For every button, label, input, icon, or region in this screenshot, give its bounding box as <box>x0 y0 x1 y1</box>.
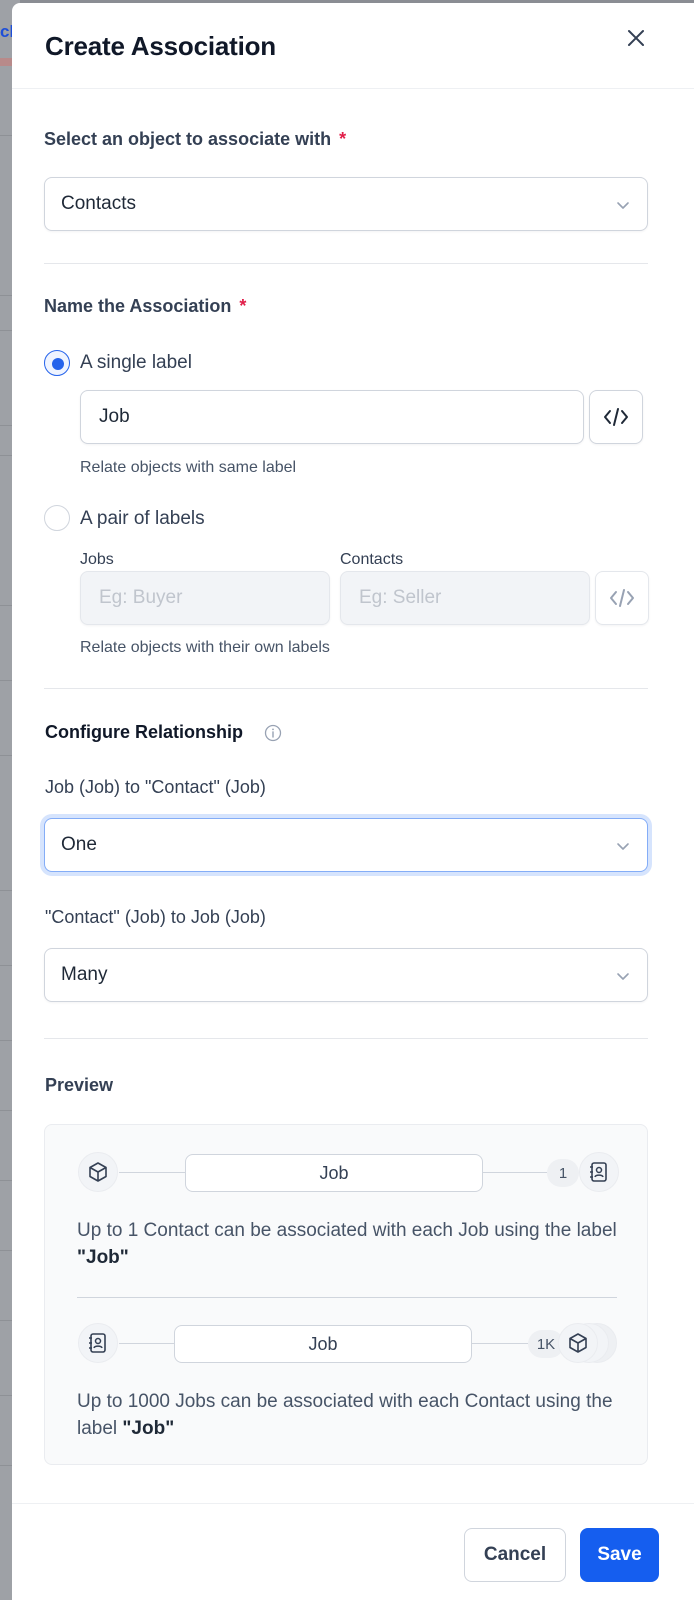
modal-header: Create Association <box>12 3 694 89</box>
single-label-hint: Relate objects with same label <box>80 459 297 476</box>
name-section-label-text: Name the Association <box>44 296 232 316</box>
pair-right-input[interactable] <box>340 571 590 625</box>
preview-row1-label-pill: Job <box>185 1154 483 1192</box>
pair-labels-code-button[interactable] <box>595 571 649 625</box>
chevron-down-icon <box>617 973 629 980</box>
cube-icon <box>569 1333 587 1353</box>
modal-footer: Cancel Save <box>12 1503 694 1600</box>
object-select-value: Contacts <box>61 193 136 214</box>
preview-row1-target <box>579 1152 619 1192</box>
contact-book-icon <box>590 1162 607 1182</box>
relationship-first-select[interactable]: One <box>44 818 648 872</box>
single-label-input[interactable] <box>80 390 584 444</box>
single-label-option-label: A single label <box>80 352 192 373</box>
preview-title: Preview <box>45 1075 114 1095</box>
relationship-second-value: Many <box>61 964 108 985</box>
required-mark: * <box>239 296 247 316</box>
section-divider <box>44 688 648 689</box>
pair-labels-option-label: A pair of labels <box>80 508 205 529</box>
preview-panel: Job 1 Up to 1 Contact can be associated … <box>44 1124 648 1465</box>
cancel-button[interactable]: Cancel <box>464 1528 566 1582</box>
close-button[interactable] <box>623 25 649 51</box>
preview-row1-label-bold: "Job" <box>77 1247 129 1268</box>
relationship-second-label: "Contact" (Job) to Job (Job) <box>45 907 266 927</box>
create-association-modal: Create Association Select an object to a… <box>12 3 694 1600</box>
pair-left-input[interactable] <box>80 571 330 625</box>
section-divider <box>44 263 648 264</box>
pair-labels-radio[interactable] <box>44 505 70 531</box>
single-label-code-button[interactable] <box>589 390 643 444</box>
required-mark: * <box>339 129 347 149</box>
single-label-radio[interactable] <box>44 350 70 376</box>
preview-row1-text: Up to 1 Contact can be associated with e… <box>77 1220 617 1241</box>
preview-row1-source <box>78 1152 118 1192</box>
pair-right-label: Contacts <box>340 551 404 568</box>
preview-row2-label-bold: "Job" <box>122 1418 175 1439</box>
relationship-title: Configure Relationship <box>45 722 243 742</box>
code-icon <box>610 589 634 607</box>
preview-connector <box>472 1343 528 1344</box>
modal-title: Create Association <box>45 31 276 61</box>
cube-icon <box>89 1162 107 1182</box>
relationship-first-label: Job (Job) to "Contact" (Job) <box>45 777 266 797</box>
section-divider <box>44 1038 648 1039</box>
preview-row2-label-pill: Job <box>174 1325 472 1363</box>
object-section-label-text: Select an object to associate with <box>44 129 332 149</box>
relationship-first-value: One <box>61 834 97 855</box>
preview-row2-target <box>558 1323 598 1363</box>
contact-book-icon <box>89 1333 106 1353</box>
code-icon <box>604 408 628 426</box>
relationship-second-select[interactable]: Many <box>44 948 648 1002</box>
pair-left-label: Jobs <box>80 551 114 568</box>
preview-row2-source <box>78 1323 118 1363</box>
preview-connector <box>119 1343 175 1344</box>
save-button[interactable]: Save <box>580 1528 659 1582</box>
preview-row1-description: Up to 1 Contact can be associated with e… <box>77 1217 637 1271</box>
chevron-down-icon <box>617 843 629 850</box>
preview-row2-description: Up to 1000 Jobs can be associated with e… <box>77 1388 637 1442</box>
name-section-label: Name the Association * <box>44 296 246 317</box>
preview-connector <box>119 1172 185 1173</box>
object-select[interactable]: Contacts <box>44 177 648 231</box>
info-icon[interactable] <box>264 724 282 742</box>
preview-separator <box>77 1297 617 1298</box>
chevron-down-icon <box>617 202 629 209</box>
object-section-label: Select an object to associate with * <box>44 129 346 150</box>
preview-connector <box>483 1172 547 1173</box>
pair-labels-hint: Relate objects with their own labels <box>80 639 330 656</box>
close-icon <box>628 30 644 46</box>
preview-row1-count: 1 <box>547 1159 579 1187</box>
